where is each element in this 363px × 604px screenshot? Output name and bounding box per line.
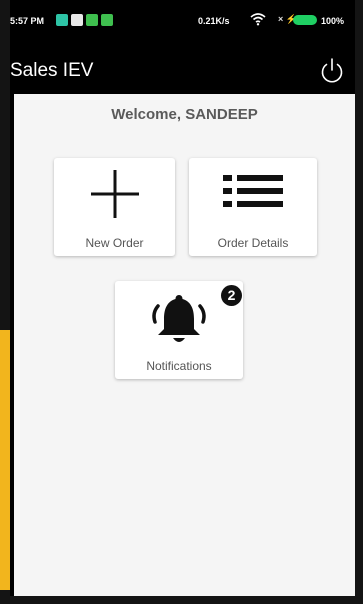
battery-icon — [293, 15, 317, 25]
logout-button[interactable] — [316, 55, 348, 87]
status-bar: 5:57 PM 0.21K/s × ⚡ 100% — [10, 0, 355, 42]
dashboard: Welcome, SANDEEP New Order Order Details — [14, 94, 355, 596]
app-bar: Sales IEV — [10, 42, 355, 94]
app-notification-icon — [101, 14, 113, 26]
welcome-message: Welcome, SANDEEP — [111, 106, 258, 123]
message-notification-icon — [71, 14, 83, 26]
network-speed: 0.21K/s — [198, 16, 230, 26]
background-accent-strip — [0, 330, 10, 590]
power-icon — [321, 58, 343, 83]
notification-count-badge: 2 — [221, 285, 242, 306]
notifications-button[interactable]: 2 Notifications — [115, 281, 243, 379]
notifications-label: Notifications — [146, 359, 212, 373]
new-order-label: New Order — [85, 236, 144, 250]
app-notification-icon — [56, 14, 68, 26]
wifi-icon — [250, 13, 266, 26]
new-order-button[interactable]: New Order — [54, 158, 175, 256]
order-details-button[interactable]: Order Details — [189, 158, 317, 256]
app-notification-icon — [86, 14, 98, 26]
bell-icon — [152, 295, 206, 342]
order-details-label: Order Details — [217, 236, 289, 250]
notification-icons — [56, 14, 113, 26]
battery-percent: 100% — [321, 16, 345, 26]
app-title: Sales IEV — [10, 60, 94, 81]
list-icon — [223, 175, 283, 207]
status-time: 5:57 PM — [10, 16, 45, 26]
plus-icon — [90, 170, 139, 218]
app-screen: 5:57 PM 0.21K/s × ⚡ 100% Sales IEV Welco… — [10, 0, 355, 596]
